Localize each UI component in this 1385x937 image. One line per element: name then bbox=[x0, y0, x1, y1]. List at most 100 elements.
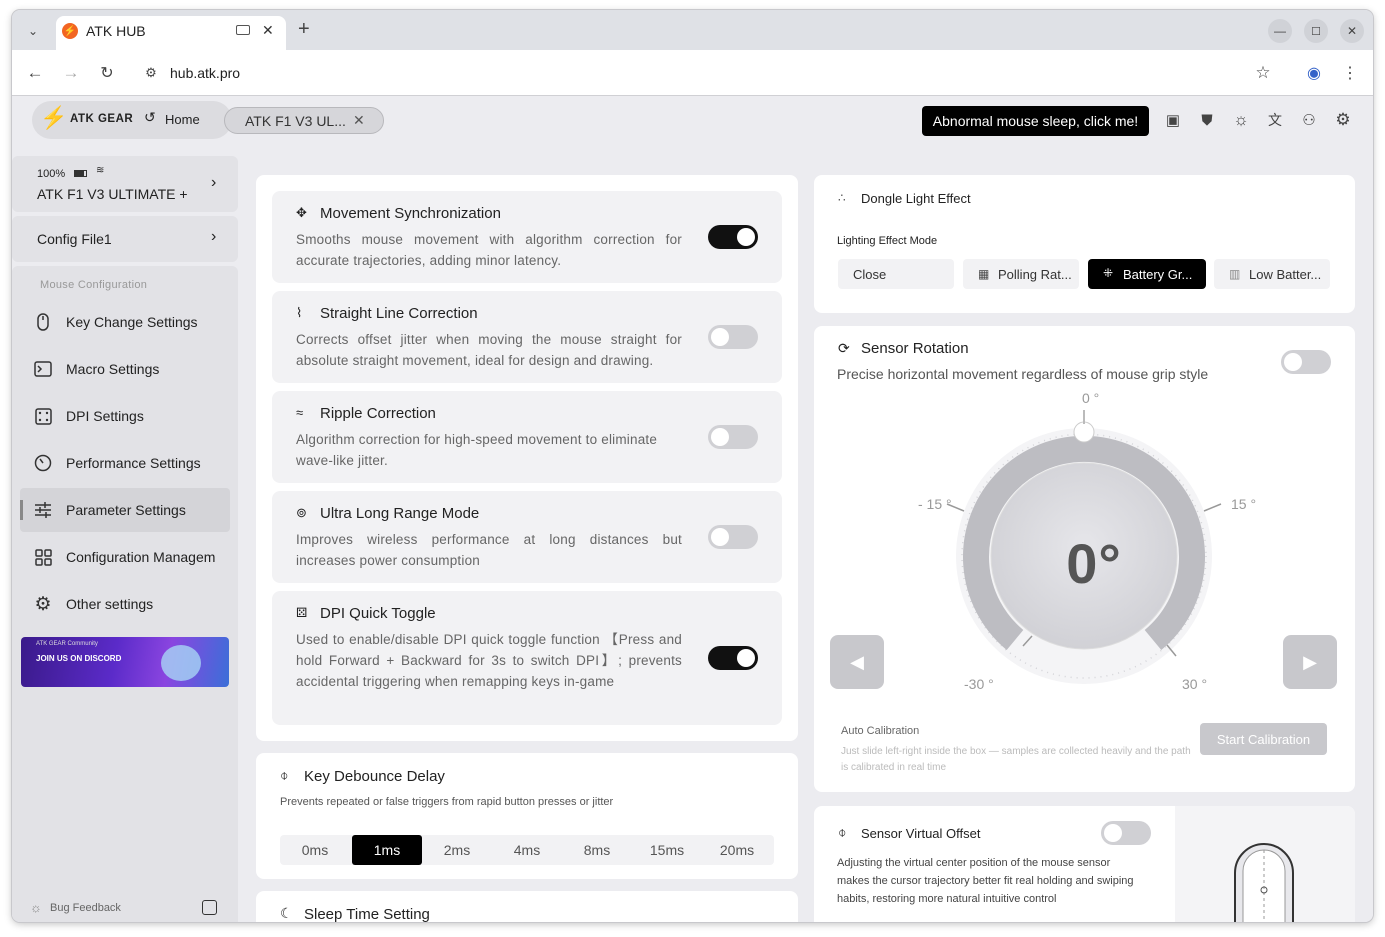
setting-title: Straight Line Correction bbox=[320, 305, 478, 322]
discord-banner[interactable]: ATK GEAR Community JOIN US ON DISCORD bbox=[21, 637, 229, 687]
straight-line-icon: ⌇ bbox=[296, 305, 303, 320]
close-window-icon[interactable]: ✕ bbox=[1340, 19, 1364, 43]
user-icon[interactable]: ⚇ bbox=[1299, 110, 1319, 130]
debounce-card: ⌽ Key Debounce Delay Prevents repeated o… bbox=[256, 753, 798, 879]
setting-straight-line: ⌇ Straight Line Correction Corrects offs… bbox=[272, 291, 782, 383]
debounce-option[interactable]: 8ms bbox=[562, 835, 632, 865]
url-field[interactable]: hub.atk.pro bbox=[170, 65, 240, 81]
mouse-outline-icon bbox=[1234, 843, 1294, 922]
auto-calibration-desc: Just slide left-right inside the box — s… bbox=[841, 746, 1191, 773]
menu-icon[interactable]: ⋮ bbox=[1339, 62, 1361, 84]
lighting-mode-label: Lighting Effect Mode bbox=[837, 235, 938, 247]
setting-desc: Smooths mouse movement with algorithm co… bbox=[296, 232, 682, 268]
device-tab[interactable]: ATK F1 V3 UL... ✕ bbox=[224, 107, 384, 134]
back-icon[interactable]: ← bbox=[24, 62, 46, 84]
sleep-card: ☾ Sleep Time Setting bbox=[256, 891, 798, 922]
debounce-option[interactable]: 15ms bbox=[632, 835, 702, 865]
home-link[interactable]: Home bbox=[165, 112, 200, 127]
movement-sync-toggle[interactable] bbox=[708, 225, 758, 249]
polling-icon: ▦ bbox=[978, 267, 990, 281]
config-file-card[interactable]: Config File1 › bbox=[12, 216, 238, 262]
dongle-card: ∴ Dongle Light Effect Lighting Effect Mo… bbox=[814, 175, 1355, 313]
start-calibration-button[interactable]: Start Calibration bbox=[1200, 723, 1327, 755]
setting-title: DPI Quick Toggle bbox=[320, 605, 436, 622]
dpi-quick-toggle-switch[interactable] bbox=[708, 646, 758, 670]
forward-icon[interactable]: → bbox=[60, 62, 82, 84]
sleep-title: Sleep Time Setting bbox=[304, 906, 430, 922]
debounce-option[interactable]: 4ms bbox=[492, 835, 562, 865]
dial-tick-right15 bbox=[1203, 503, 1222, 512]
sidebar-item-parameter[interactable]: Parameter Settings bbox=[20, 488, 230, 532]
close-device-tab-icon[interactable]: ✕ bbox=[353, 112, 365, 129]
debounce-option[interactable]: 0ms bbox=[280, 835, 350, 865]
device-tab-label: ATK F1 V3 UL... bbox=[245, 113, 346, 129]
abnormal-sleep-button[interactable]: Abnormal mouse sleep, click me! bbox=[922, 106, 1149, 136]
debounce-option[interactable]: 20ms bbox=[702, 835, 772, 865]
debounce-option-selected[interactable]: 1ms bbox=[352, 835, 422, 865]
device-card[interactable]: 100% ≋ ATK F1 V3 ULTIMATE + › bbox=[12, 156, 238, 212]
straight-line-toggle[interactable] bbox=[708, 325, 758, 349]
bug-icon: ☼ bbox=[30, 900, 42, 915]
mouse-icon: ⌽ bbox=[280, 767, 289, 783]
sidebar-item-other-settings[interactable]: ⚙ Other settings bbox=[20, 582, 230, 626]
offset-toggle[interactable] bbox=[1101, 821, 1151, 845]
setting-desc: Used to enable/disable DPI quick toggle … bbox=[296, 632, 682, 689]
minimize-icon[interactable]: — bbox=[1268, 19, 1292, 43]
tab-search-icon[interactable]: ⌄ bbox=[22, 20, 44, 42]
settings-gear-icon[interactable]: ⚙ bbox=[1333, 110, 1353, 130]
terminal-icon bbox=[20, 361, 66, 377]
setting-long-range: ⊚ Ultra Long Range Mode Improves wireles… bbox=[272, 491, 782, 583]
auto-calibration-title: Auto Calibration bbox=[841, 725, 920, 737]
browser-tab[interactable]: ⚡ ATK HUB ✕ bbox=[56, 16, 286, 50]
new-tab-button[interactable]: + bbox=[298, 18, 310, 41]
debounce-option[interactable]: 2ms bbox=[422, 835, 492, 865]
banner-title: JOIN US ON DISCORD bbox=[36, 654, 122, 663]
brightness-icon[interactable]: ☼ bbox=[1231, 110, 1251, 130]
rotate-right-button[interactable]: ▶ bbox=[1283, 635, 1337, 689]
rotation-toggle[interactable] bbox=[1281, 350, 1331, 374]
close-tab-icon[interactable]: ✕ bbox=[262, 22, 274, 39]
long-range-toggle[interactable] bbox=[708, 525, 758, 549]
setting-movement-sync: ✥ Movement Synchronization Smooths mouse… bbox=[272, 191, 782, 283]
setting-dpi-quick-toggle: ⚄ DPI Quick Toggle Used to enable/disabl… bbox=[272, 591, 782, 725]
bookmark-star-icon[interactable]: ☆ bbox=[1252, 62, 1274, 84]
translate-icon[interactable]: 文 bbox=[1265, 110, 1285, 130]
offset-preview[interactable] bbox=[1175, 806, 1355, 922]
sidebar-item-performance[interactable]: Performance Settings bbox=[20, 441, 230, 485]
sidebar-nav: Mouse Configuration Key Change Settings … bbox=[12, 266, 238, 922]
tick-label-right15: 15 ° bbox=[1231, 496, 1257, 512]
setting-desc: Corrects offset jitter when moving the m… bbox=[296, 332, 682, 368]
profile-icon[interactable]: ◉ bbox=[1303, 62, 1325, 84]
collapse-sidebar-icon[interactable] bbox=[202, 900, 217, 915]
home-icon[interactable]: ↺ bbox=[144, 109, 156, 126]
setting-desc: Algorithm correction for high-speed move… bbox=[296, 432, 658, 468]
ripple-icon: ≈ bbox=[296, 405, 304, 420]
dice-icon: ⚄ bbox=[296, 605, 308, 620]
setting-desc: Improves wireless performance at long di… bbox=[296, 532, 682, 568]
rotate-left-button[interactable]: ◀ bbox=[830, 635, 884, 689]
reload-icon[interactable]: ↻ bbox=[96, 62, 118, 84]
bug-feedback-link[interactable]: Bug Feedback bbox=[50, 902, 121, 914]
maximize-icon[interactable]: ☐ bbox=[1304, 19, 1328, 43]
config-file-label: Config File1 bbox=[37, 231, 112, 247]
sidebar-item-key-change[interactable]: Key Change Settings bbox=[20, 300, 230, 344]
shirt-icon[interactable]: ⛊ bbox=[1197, 110, 1217, 130]
battery-icon bbox=[74, 170, 87, 177]
sidebar-item-macro[interactable]: Macro Settings bbox=[20, 347, 230, 391]
sidebar-item-dpi[interactable]: DPI Settings bbox=[20, 394, 230, 438]
rotation-desc: Precise horizontal movement regardless o… bbox=[837, 366, 1209, 382]
video-icon[interactable]: ▣ bbox=[1163, 110, 1183, 130]
media-icon[interactable] bbox=[236, 25, 250, 35]
dial-knob[interactable] bbox=[1073, 421, 1095, 443]
section-title: Mouse Configuration bbox=[40, 279, 148, 291]
sidebar-item-label: Configuration Managem bbox=[66, 549, 216, 565]
light-option-close[interactable]: Close bbox=[838, 259, 954, 289]
banner-small-text: ATK GEAR Community bbox=[36, 641, 98, 647]
ripple-toggle[interactable] bbox=[708, 425, 758, 449]
setting-title: Ripple Correction bbox=[320, 405, 436, 422]
site-info-icon[interactable]: ⚙ bbox=[140, 62, 162, 84]
debounce-segmented: 0ms 1ms 2ms 4ms 8ms 15ms 20ms bbox=[280, 835, 774, 865]
tick-label-left15: - 15 ° bbox=[918, 496, 952, 512]
debounce-desc: Prevents repeated or false triggers from… bbox=[280, 796, 614, 808]
sidebar-item-config-management[interactable]: Configuration Managem bbox=[20, 535, 230, 579]
